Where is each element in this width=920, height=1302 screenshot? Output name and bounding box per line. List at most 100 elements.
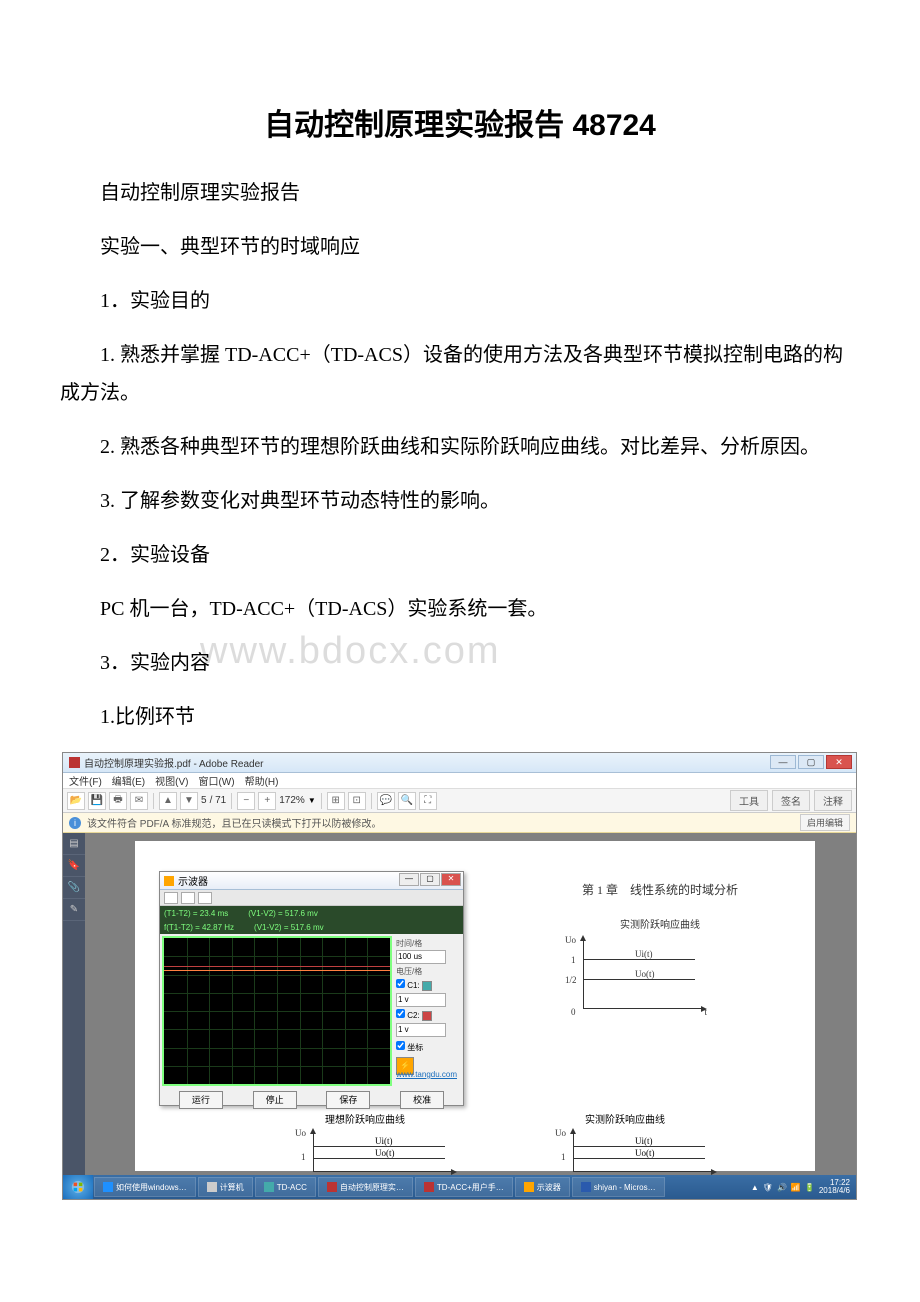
ch2-checkbox[interactable] bbox=[396, 1009, 405, 1018]
open-icon[interactable]: 📂 bbox=[67, 792, 85, 810]
zoom-level[interactable]: 172% bbox=[279, 795, 305, 806]
tray-icon[interactable]: 🛡 bbox=[763, 1183, 773, 1192]
sidebar-tabs: ▤ 🔖 📎 ✎ bbox=[63, 833, 85, 1178]
task-item[interactable]: 如何使用windows… bbox=[94, 1177, 196, 1197]
oscilloscope-grid bbox=[162, 936, 392, 1086]
mail-icon[interactable]: ✉ bbox=[130, 792, 148, 810]
cursor-icon[interactable] bbox=[164, 892, 178, 904]
pdf-page: 示波器 — ▢ ✕ ( bbox=[135, 841, 815, 1171]
task-item[interactable]: TD-ACC bbox=[255, 1177, 316, 1197]
task-item[interactable]: TD-ACC+用户手… bbox=[415, 1177, 513, 1197]
tray-icon[interactable]: 🔋 bbox=[805, 1183, 815, 1192]
paragraph: 实验一、典型环节的时域响应 bbox=[60, 228, 860, 266]
sign-tab[interactable]: 签名 bbox=[772, 790, 810, 811]
menu-view[interactable]: 视图(V) bbox=[155, 773, 188, 788]
paragraph: 3. 了解参数变化对典型环节动态特性的影响。 bbox=[60, 482, 860, 520]
zoom-in-icon[interactable]: + bbox=[258, 792, 276, 810]
paragraph: 2．实验设备 bbox=[60, 536, 860, 574]
comment-tab[interactable]: 注释 bbox=[814, 790, 852, 811]
start-button[interactable] bbox=[63, 1175, 93, 1199]
task-item[interactable]: 自动控制原理实… bbox=[318, 1177, 413, 1197]
oscilloscope-buttons: 运行 停止 保存 校准 bbox=[160, 1088, 463, 1112]
window-controls: — ▢ ✕ bbox=[770, 755, 852, 769]
plot-title: 理想阶跃响应曲线 bbox=[265, 1111, 465, 1126]
separator bbox=[231, 793, 232, 809]
page-up-icon[interactable]: ▲ bbox=[159, 792, 177, 810]
task-item[interactable]: shiyan - Micros… bbox=[572, 1177, 665, 1197]
tray-icon[interactable]: 🔊 bbox=[777, 1183, 787, 1192]
coord-checkbox[interactable] bbox=[396, 1041, 405, 1050]
run-button[interactable]: 运行 bbox=[179, 1091, 223, 1109]
task-item[interactable]: 计算机 bbox=[198, 1177, 253, 1197]
trace-1 bbox=[164, 966, 390, 967]
window-title-bar: 自动控制原理实验报.pdf - Adobe Reader — ▢ ✕ bbox=[63, 753, 856, 773]
attachments-icon[interactable]: 📎 bbox=[63, 877, 85, 899]
menu-help[interactable]: 帮助(H) bbox=[245, 773, 279, 788]
menu-window[interactable]: 窗口(W) bbox=[198, 773, 234, 788]
save-icon[interactable] bbox=[181, 892, 195, 904]
window-title: 自动控制原理实验报.pdf - Adobe Reader bbox=[84, 755, 264, 770]
task-item[interactable]: 示波器 bbox=[515, 1177, 570, 1197]
stop-button[interactable]: 停止 bbox=[253, 1091, 297, 1109]
enable-edit-button[interactable]: 启用编辑 bbox=[800, 814, 850, 831]
tray-icon[interactable]: ▲ bbox=[751, 1183, 759, 1192]
clock[interactable]: 17:22 2018/4/6 bbox=[819, 1179, 850, 1195]
maximize-button[interactable]: ▢ bbox=[420, 873, 440, 886]
oscilloscope-controls: 时间/格 100 us 电压/格 C1: 1 v C2: 1 v 坐标 ⚡ bbox=[394, 934, 456, 1088]
signatures-icon[interactable]: ✎ bbox=[63, 899, 85, 921]
plot-title: 实测阶跃响应曲线 bbox=[525, 1111, 725, 1126]
oscilloscope-title: 示波器 bbox=[178, 873, 208, 888]
menu-edit[interactable]: 编辑(E) bbox=[112, 773, 145, 788]
comment-icon[interactable]: 💬 bbox=[377, 792, 395, 810]
vendor-link[interactable]: www.tangdu.com bbox=[396, 1070, 457, 1079]
bottom-plots: 理想阶跃响应曲线 Uo 1 Ui(t) Uo(t) bbox=[265, 1111, 765, 1178]
print-icon[interactable]: 🖶 bbox=[109, 792, 127, 810]
page-title: 自动控制原理实验报告 48724 bbox=[60, 100, 860, 144]
search-icon[interactable]: 🔍 bbox=[398, 792, 416, 810]
maximize-button[interactable]: ▢ bbox=[798, 755, 824, 769]
tools-tab[interactable]: 工具 bbox=[730, 790, 768, 811]
oscilloscope-icon bbox=[164, 876, 174, 886]
menu-bar: 文件(F) 编辑(E) 视图(V) 窗口(W) 帮助(H) bbox=[63, 773, 856, 789]
separator bbox=[371, 793, 372, 809]
close-button[interactable]: ✕ bbox=[826, 755, 852, 769]
time-div-input[interactable]: 100 us bbox=[396, 950, 446, 964]
paragraph: 1. 熟悉并掌握 TD-ACC+（TD-ACS）设备的使用方法及各典型环节模拟控… bbox=[60, 336, 860, 412]
menu-file[interactable]: 文件(F) bbox=[69, 773, 102, 788]
ch1-volt-input[interactable]: 1 v bbox=[396, 993, 446, 1007]
save-button[interactable]: 保存 bbox=[326, 1091, 370, 1109]
fullscreen-icon[interactable]: ⛶ bbox=[419, 792, 437, 810]
paragraph: PC 机一台，TD-ACC+（TD-ACS）实验系统一套。 bbox=[60, 590, 860, 628]
fit-width-icon[interactable]: ⊡ bbox=[348, 792, 366, 810]
oscilloscope-title-bar: 示波器 — ▢ ✕ bbox=[160, 872, 463, 890]
minimize-button[interactable]: — bbox=[770, 755, 796, 769]
print-icon[interactable] bbox=[198, 892, 212, 904]
taskbar: 如何使用windows… 计算机 TD-ACC 自动控制原理实… TD-ACC+… bbox=[63, 1175, 856, 1199]
notice-bar: i 该文件符合 PDF/A 标准规范，且已在只读模式下打开以防被修改。 启用编辑 bbox=[63, 813, 856, 833]
page-total: / 71 bbox=[210, 795, 227, 806]
page-down-icon[interactable]: ▼ bbox=[180, 792, 198, 810]
tray-icon[interactable]: 📶 bbox=[791, 1183, 801, 1192]
minimize-button[interactable]: — bbox=[399, 873, 419, 886]
thumbnails-icon[interactable]: ▤ bbox=[63, 833, 85, 855]
page-area[interactable]: 示波器 — ▢ ✕ ( bbox=[85, 833, 856, 1178]
ch2-volt-input[interactable]: 1 v bbox=[396, 1023, 446, 1037]
chapter-heading: 第 1 章 线性系统的时域分析 bbox=[535, 881, 785, 898]
system-tray[interactable]: ▲ 🛡 🔊 📶 🔋 17:22 2018/4/6 bbox=[745, 1179, 856, 1195]
save-icon[interactable]: 💾 bbox=[88, 792, 106, 810]
paragraph: 自动控制原理实验报告 bbox=[60, 174, 860, 212]
bookmarks-icon[interactable]: 🔖 bbox=[63, 855, 85, 877]
close-button[interactable]: ✕ bbox=[441, 873, 461, 886]
page-current[interactable]: 5 bbox=[201, 795, 207, 806]
info-icon: i bbox=[69, 817, 81, 829]
response-plot: Uo 1 1/2 0 t Ui(t) Uo(t) bbox=[565, 937, 705, 1017]
paragraph: 2. 熟悉各种典型环节的理想阶跃曲线和实际阶跃响应曲线。对比差异、分析原因。 bbox=[60, 428, 860, 466]
oscilloscope-toolbar bbox=[160, 890, 463, 906]
calibrate-button[interactable]: 校准 bbox=[400, 1091, 444, 1109]
ch1-checkbox[interactable] bbox=[396, 979, 405, 988]
toolbar: 📂 💾 🖶 ✉ ▲ ▼ 5 / 71 − + 172% ▼ ⊞ ⊡ 💬 🔍 ⛶ … bbox=[63, 789, 856, 813]
zoom-out-icon[interactable]: − bbox=[237, 792, 255, 810]
fit-icon[interactable]: ⊞ bbox=[327, 792, 345, 810]
oscilloscope-readout: f(T1-T2) = 42.87 Hz (V1-V2) = 517.6 mv bbox=[160, 920, 463, 934]
paragraph: 3．实验内容 bbox=[60, 644, 860, 682]
